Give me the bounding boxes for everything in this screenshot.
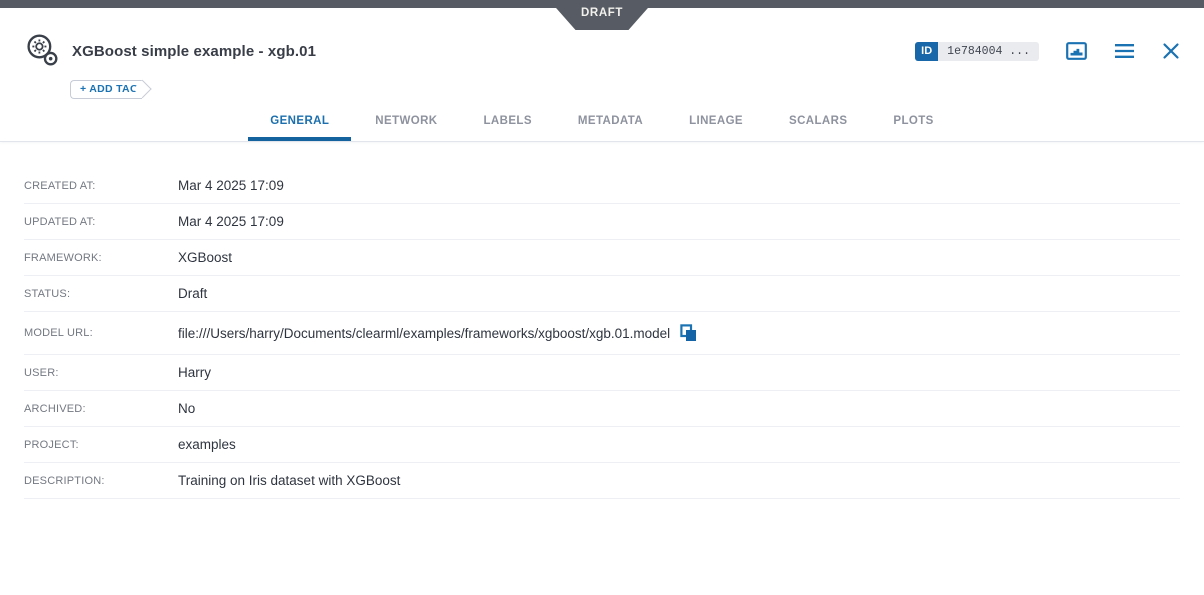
close-icon[interactable] [1162, 42, 1180, 60]
detail-row: FRAMEWORK: XGBoost [24, 240, 1180, 276]
detail-value: Training on Iris dataset with XGBoost [178, 473, 400, 488]
detail-label: ARCHIVED: [24, 403, 178, 415]
detail-value: examples [178, 437, 236, 452]
tab-general[interactable]: GENERAL [248, 101, 351, 141]
model-icon [24, 32, 62, 70]
detail-label: STATUS: [24, 288, 178, 300]
detail-row: STATUS: Draft [24, 276, 1180, 312]
detail-row: PROJECT: examples [24, 427, 1180, 463]
detail-value: Mar 4 2025 17:09 [178, 178, 284, 193]
detail-row: MODEL URL: file:///Users/harry/Documents… [24, 312, 1180, 355]
detail-row: UPDATED AT: Mar 4 2025 17:09 [24, 204, 1180, 240]
detail-label: CREATED AT: [24, 180, 178, 192]
id-badge[interactable]: ID 1e784004 ... [915, 42, 1039, 61]
detail-value: No [178, 401, 195, 416]
tab-lineage[interactable]: LINEAGE [667, 101, 765, 141]
detail-value: Mar 4 2025 17:09 [178, 214, 284, 229]
detail-label: DESCRIPTION: [24, 475, 178, 487]
detail-row: ARCHIVED: No [24, 391, 1180, 427]
id-badge-value: 1e784004 ... [938, 42, 1039, 61]
detail-label: USER: [24, 367, 178, 379]
tab-plots[interactable]: PLOTS [871, 101, 955, 141]
status-ribbon-label: DRAFT [581, 7, 623, 24]
add-tag-button[interactable]: + ADD TAG [70, 80, 142, 99]
detail-value: XGBoost [178, 250, 232, 265]
add-tag-label: + ADD TAG [80, 83, 138, 95]
page-title: XGBoost simple example - xgb.01 [72, 43, 316, 60]
details-list: CREATED AT: Mar 4 2025 17:09 UPDATED AT:… [24, 168, 1180, 499]
detail-row: USER: Harry [24, 355, 1180, 391]
menu-icon[interactable] [1114, 43, 1135, 59]
tab-scalars[interactable]: SCALARS [767, 101, 869, 141]
detail-value: Draft [178, 286, 207, 301]
copy-icon[interactable] [680, 324, 697, 342]
tab-metadata[interactable]: METADATA [556, 101, 665, 141]
detail-row: CREATED AT: Mar 4 2025 17:09 [24, 168, 1180, 204]
detail-label: PROJECT: [24, 439, 178, 451]
tab-network[interactable]: NETWORK [353, 101, 459, 141]
tabs-bar: GENERALNETWORKLABELSMETADATALINEAGESCALA… [24, 101, 1180, 141]
detail-value: file:///Users/harry/Documents/clearml/ex… [178, 326, 670, 341]
detail-label: UPDATED AT: [24, 216, 178, 228]
detail-row: DESCRIPTION: Training on Iris dataset wi… [24, 463, 1180, 499]
detail-label: FRAMEWORK: [24, 252, 178, 264]
id-badge-label: ID [915, 42, 938, 61]
plots-preview-icon[interactable] [1066, 42, 1087, 60]
detail-label: MODEL URL: [24, 327, 178, 339]
tab-labels[interactable]: LABELS [462, 101, 554, 141]
detail-value: Harry [178, 365, 211, 380]
